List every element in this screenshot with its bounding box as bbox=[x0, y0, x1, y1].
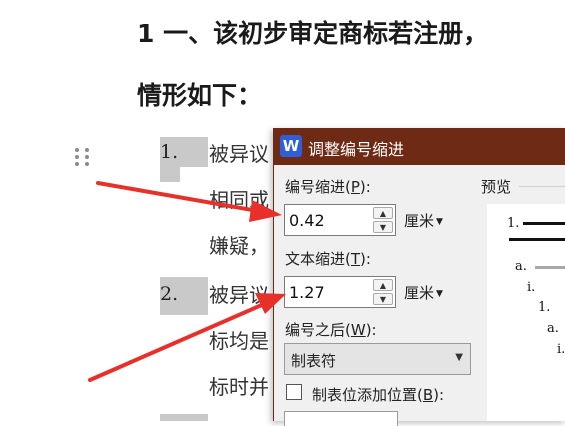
list-number-highlight bbox=[180, 137, 208, 167]
adjust-numbering-indent-dialog: W 调整编号缩进 编号缩进(P): ▲ ▼ 厘米▼ 文本缩进(T): ▲ ▼ 厘… bbox=[273, 128, 565, 426]
after-number-value: 制表符 bbox=[291, 352, 337, 370]
number-indent-up-icon[interactable]: ▲ bbox=[373, 207, 393, 219]
list-item-text: 被异议 bbox=[209, 142, 269, 166]
preview-group-rule bbox=[519, 186, 565, 187]
drag-handle-icon[interactable] bbox=[75, 148, 91, 170]
preview-level-number: i. bbox=[557, 342, 565, 357]
document-heading-line-2: 情形如下： bbox=[137, 81, 263, 110]
number-indent-spinner: ▲ ▼ bbox=[284, 204, 396, 236]
number-indent-input[interactable] bbox=[285, 205, 373, 235]
unit-caret-icon: ▼ bbox=[436, 216, 443, 227]
preview-level-number: i. bbox=[527, 280, 536, 295]
preview-level-number: a. bbox=[547, 321, 559, 336]
number-indent-down-icon[interactable]: ▼ bbox=[373, 221, 393, 233]
preview-line bbox=[535, 266, 565, 269]
dialog-title: 调整编号缩进 bbox=[308, 140, 405, 159]
list-number-highlight bbox=[160, 414, 208, 421]
chevron-down-icon: ▼ bbox=[455, 352, 463, 363]
unit-caret-icon: ▼ bbox=[436, 288, 443, 299]
list-item-text: 相同或 bbox=[209, 188, 269, 212]
document-heading-line-1: 1 一、该初步审定商标若注册， bbox=[137, 19, 489, 48]
preview-line bbox=[523, 222, 565, 225]
preview-label: 预览 bbox=[481, 178, 512, 196]
tab-stop-position-input[interactable] bbox=[284, 411, 398, 426]
dialog-titlebar[interactable]: W 调整编号缩进 bbox=[274, 128, 565, 165]
tab-stop-label[interactable]: 制表位添加位置(B): bbox=[312, 384, 444, 405]
list-item-number[interactable]: 2. bbox=[160, 283, 178, 305]
preview-line bbox=[509, 238, 565, 241]
preview-pane: 1. a. i. 1. a. i. bbox=[487, 204, 565, 421]
list-item-text: 被异议 bbox=[209, 283, 269, 307]
list-item-text: 嫌疑， bbox=[209, 234, 269, 258]
after-number-label: 编号之后(W): bbox=[285, 321, 377, 339]
number-indent-unit-dropdown[interactable]: 厘米 ▼ bbox=[404, 210, 443, 231]
preview-level-number: 1. bbox=[507, 216, 520, 231]
preview-level-number: a. bbox=[515, 259, 527, 274]
list-item-number[interactable]: 1. bbox=[160, 141, 178, 163]
list-item-text: 标时并 bbox=[209, 375, 269, 399]
text-indent-unit-dropdown[interactable]: 厘米 ▼ bbox=[404, 282, 443, 303]
text-indent-input[interactable] bbox=[285, 277, 373, 307]
text-indent-label: 文本缩进(T): bbox=[285, 250, 371, 268]
text-indent-up-icon[interactable]: ▲ bbox=[373, 279, 393, 291]
after-number-select[interactable]: 制表符 ▼ bbox=[284, 343, 471, 375]
tab-stop-checkbox[interactable] bbox=[286, 384, 302, 400]
number-indent-label: 编号缩进(P): bbox=[285, 178, 371, 196]
wps-writer-icon: W bbox=[280, 135, 302, 157]
text-indent-spinner: ▲ ▼ bbox=[284, 276, 396, 308]
preview-level-number: 1. bbox=[538, 300, 551, 315]
text-indent-down-icon[interactable]: ▼ bbox=[373, 293, 393, 305]
list-item-text: 标均是 bbox=[209, 329, 269, 353]
